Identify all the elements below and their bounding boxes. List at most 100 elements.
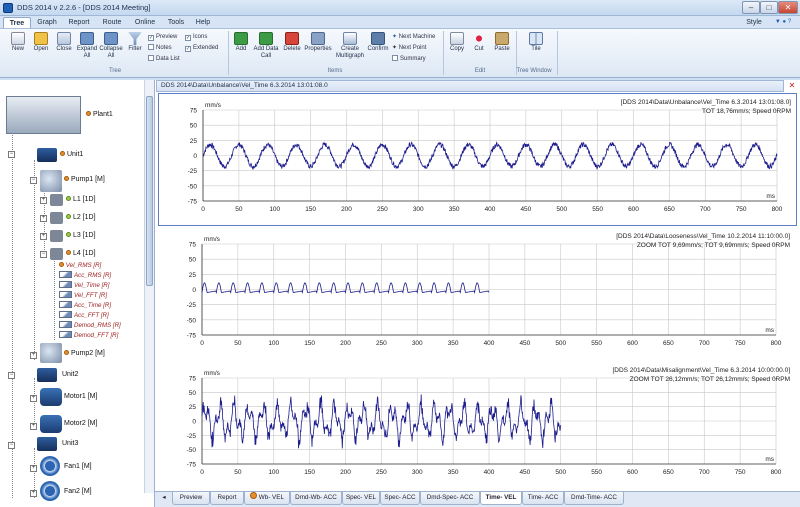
tree-scrollbar-thumb[interactable] — [146, 96, 153, 286]
menu-route[interactable]: Route — [98, 17, 126, 28]
tree-node-plant1[interactable]: Plant1 — [86, 109, 113, 121]
menu-help[interactable]: Help — [192, 17, 214, 28]
tab-time-vel[interactable]: Time- VEL — [480, 492, 522, 505]
tree-node-fan2[interactable]: Fan2 [M] — [64, 486, 92, 498]
tab-report[interactable]: Report — [210, 492, 244, 505]
next-point-button[interactable]: ✦ Next Point — [392, 44, 426, 53]
delete-button[interactable]: Delete — [281, 32, 303, 64]
expand-toggle[interactable]: + — [40, 197, 47, 204]
add-button[interactable]: Add — [231, 32, 251, 64]
menu-tools[interactable]: Tools — [164, 17, 188, 28]
tab-wb-vel[interactable]: Wb- VEL — [244, 492, 290, 505]
maximize-button[interactable]: □ — [760, 1, 778, 14]
menu-report[interactable]: Report — [64, 17, 94, 28]
group-label-tree: Tree — [108, 68, 122, 74]
expand-toggle[interactable]: + — [30, 352, 37, 359]
tree-node-unit1[interactable]: Unit1 — [60, 149, 83, 161]
tab-dmd-time-acc[interactable]: Dmd-Time- ACC — [564, 492, 624, 505]
tree-leaf[interactable]: Demod_RMS [R] — [59, 321, 121, 330]
new-button[interactable]: New — [7, 32, 29, 64]
document-tab[interactable]: DDS 2014\Data\Unbalance\Vel_Time 6.3.201… — [156, 80, 784, 92]
tree-node-point[interactable]: L1 [1D] — [66, 194, 96, 206]
tree-node-point[interactable]: L4 [1D] — [66, 248, 96, 260]
data-list-checkbox[interactable]: Data List — [148, 55, 180, 64]
icons-checkbox[interactable]: ✓ Icons — [185, 33, 207, 42]
chart-misalignment[interactable]: 75 50 25 0 -25 -50 -75 0 50 100 150 200 250 300 350 400… — [158, 362, 797, 490]
preview-checkbox[interactable]: ✓ Preview — [148, 33, 177, 42]
properties-button[interactable]: Properties — [303, 32, 333, 64]
collapse-toggle[interactable]: − — [8, 442, 15, 449]
copy-button[interactable]: Copy — [446, 32, 468, 64]
create-multigraph-button[interactable]: Create Multigraph — [334, 32, 366, 64]
confirm-button[interactable]: Confirm — [366, 32, 390, 64]
x-tick-label: 200 — [340, 340, 351, 347]
tree-leaf[interactable]: Acc_RMS [R] — [59, 271, 111, 280]
expand-toggle[interactable]: + — [30, 423, 37, 430]
expand-all-button[interactable]: Expand All — [76, 32, 98, 64]
help-icons[interactable]: ▼ ● ? — [768, 17, 798, 28]
tree-node-motor1[interactable]: Motor1 [M] — [64, 391, 97, 403]
plant-image[interactable] — [6, 96, 81, 134]
collapse-toggle[interactable]: − — [8, 372, 15, 379]
add-data-call-button[interactable]: Add Data Call — [253, 32, 279, 64]
expand-toggle[interactable]: + — [40, 233, 47, 240]
tile-button[interactable]: Tile — [524, 32, 548, 64]
app-icon[interactable] — [3, 3, 13, 13]
chart-unbalance[interactable]: 75 50 25 0 -25 -50 -75 0 50 100 150 200 250 300 350 400… — [158, 93, 797, 226]
tab-spec-acc[interactable]: Spec- ACC — [380, 492, 420, 505]
tree-leaf[interactable]: Acc_FFT [R] — [59, 311, 109, 320]
expand-toggle[interactable]: + — [30, 490, 37, 497]
chart-looseness[interactable]: 75 50 25 0 -25 -50 -75 0 50 100 150 200 250 300 350 400… — [158, 228, 797, 361]
tab-dmd-wb-acc[interactable]: Dmd-Wb- ACC — [290, 492, 342, 505]
tree-leaf[interactable]: Vel_RMS [R] — [59, 261, 101, 270]
y-tick-label: 50 — [189, 390, 197, 397]
minimize-button[interactable]: – — [742, 1, 760, 14]
tree-node-motor2[interactable]: Motor2 [M] — [64, 418, 97, 430]
menu-online[interactable]: Online — [130, 17, 160, 28]
expand-toggle[interactable]: + — [30, 395, 37, 402]
close-window-button[interactable]: ✕ — [778, 1, 798, 14]
x-tick-label: 50 — [234, 469, 242, 476]
tree-leaf[interactable]: Acc_Time [R] — [59, 301, 111, 310]
tree-node-unit3[interactable]: Unit3 — [62, 438, 78, 450]
collapse-toggle[interactable]: − — [8, 151, 15, 158]
notes-checkbox[interactable]: Notes — [148, 44, 172, 53]
expand-toggle[interactable]: + — [40, 215, 47, 222]
chart-svg: 7550250-25-50-750 50 100 150 200 250 300 350 400… — [187, 233, 791, 347]
tree-leaf[interactable]: Demod_FFT [R] — [59, 331, 118, 340]
tree-node-pump2[interactable]: Pump2 [M] — [64, 348, 105, 360]
extended-checkbox[interactable]: ✓ Extended — [185, 44, 218, 53]
cut-button[interactable]: Cut — [469, 32, 489, 64]
tree-node-point[interactable]: L2 [1D] — [66, 212, 96, 224]
tab-preview[interactable]: Preview — [172, 492, 210, 505]
status-orange-icon — [59, 262, 64, 267]
collapse-all-button[interactable]: Collapse All — [99, 32, 123, 64]
tree-leaf[interactable]: Vel_FFT [R] — [59, 291, 107, 300]
close-document-icon[interactable]: ✕ — [786, 80, 798, 92]
tab-scroll-left-icon[interactable]: ◂ — [157, 492, 171, 505]
tree-leaf[interactable]: Vel_Time [R] — [59, 281, 109, 290]
tree-node-pump1[interactable]: Pump1 [M] — [64, 174, 105, 186]
tree-node-fan1[interactable]: Fan1 [M] — [64, 461, 92, 473]
collapse-toggle[interactable]: − — [40, 251, 47, 258]
next-machine-button[interactable]: ✦ Next Machine — [392, 33, 435, 42]
tab-label: Wb- VEL — [258, 494, 284, 501]
tab-dmd-spec-acc[interactable]: Dmd-Spec- ACC — [420, 492, 480, 505]
tab-time-acc[interactable]: Time- ACC — [522, 492, 564, 505]
tab-spec-vel[interactable]: Spec- VEL — [342, 492, 380, 505]
close-button[interactable]: Close — [53, 32, 75, 64]
tree-node-unit2[interactable]: Unit2 — [62, 369, 78, 381]
chart-summary: ZOOM TOT 26,12mm/s; TOT 26,12mm/s; Speed… — [630, 376, 790, 383]
menu-graph[interactable]: Graph — [34, 17, 60, 28]
tree-node-point[interactable]: L3 [1D] — [66, 230, 96, 242]
leaf-label: Acc_Time [R] — [74, 302, 112, 309]
collapse-toggle[interactable]: − — [30, 177, 37, 184]
style-menu[interactable]: Style — [742, 17, 766, 28]
menu-tree[interactable]: Tree — [3, 17, 31, 28]
confirm-icon — [371, 32, 385, 45]
summary-button[interactable]: Summary — [392, 55, 426, 64]
open-button[interactable]: Open — [30, 32, 52, 64]
filter-button[interactable]: Filter — [125, 32, 145, 64]
paste-button[interactable]: Paste — [491, 32, 513, 64]
expand-toggle[interactable]: + — [30, 465, 37, 472]
